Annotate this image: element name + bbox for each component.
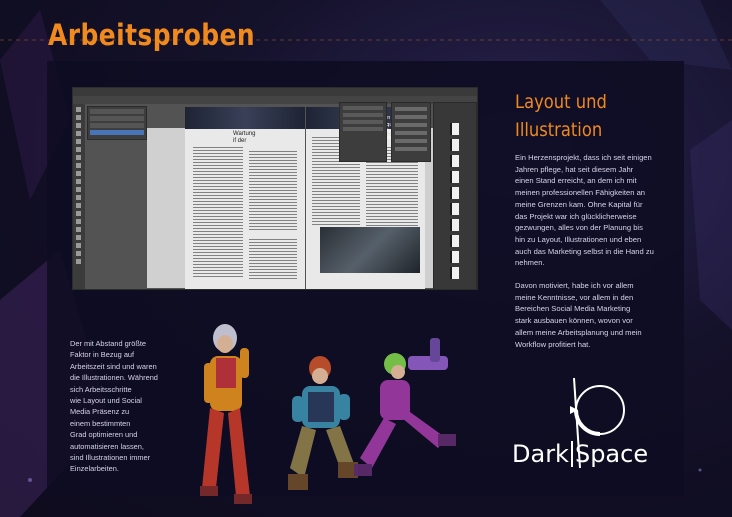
section-heading-line1: Layout und	[515, 91, 607, 113]
layout-app-screenshot: Wartung if der Sektion 8: Wohnquartie „D…	[72, 87, 478, 290]
app-menubar	[73, 88, 477, 101]
app-tools-panel	[73, 104, 85, 289]
character-illustration	[200, 324, 456, 504]
character-middle	[288, 356, 358, 490]
section-heading: Layout und Illustration	[515, 88, 678, 144]
character-right	[354, 338, 456, 476]
character-left	[200, 324, 252, 504]
app-side-panels	[339, 102, 477, 289]
logo-separator	[570, 441, 573, 467]
logo-word-left: Dark	[512, 440, 569, 468]
page-title: Arbeitsproben	[48, 18, 256, 52]
darkspace-logo-wordmark: Dark Space	[512, 440, 648, 468]
layers-panel	[87, 106, 147, 140]
pages-panel	[433, 102, 477, 289]
body-paragraph-1: Ein Herzensprojekt, dass ich seit einige…	[515, 153, 654, 268]
body-paragraph-2: Davon motiviert, habe ich vor allem mein…	[515, 281, 642, 349]
left-page-heading: Wartung if der	[233, 131, 256, 144]
pasteboard-left	[147, 128, 185, 288]
logo-word-right: Space	[574, 440, 649, 468]
left-page: Wartung if der	[185, 107, 305, 289]
section-heading-line2: Illustration	[515, 119, 603, 141]
section-body: Ein Herzensprojekt, dass ich seit einige…	[515, 152, 690, 350]
